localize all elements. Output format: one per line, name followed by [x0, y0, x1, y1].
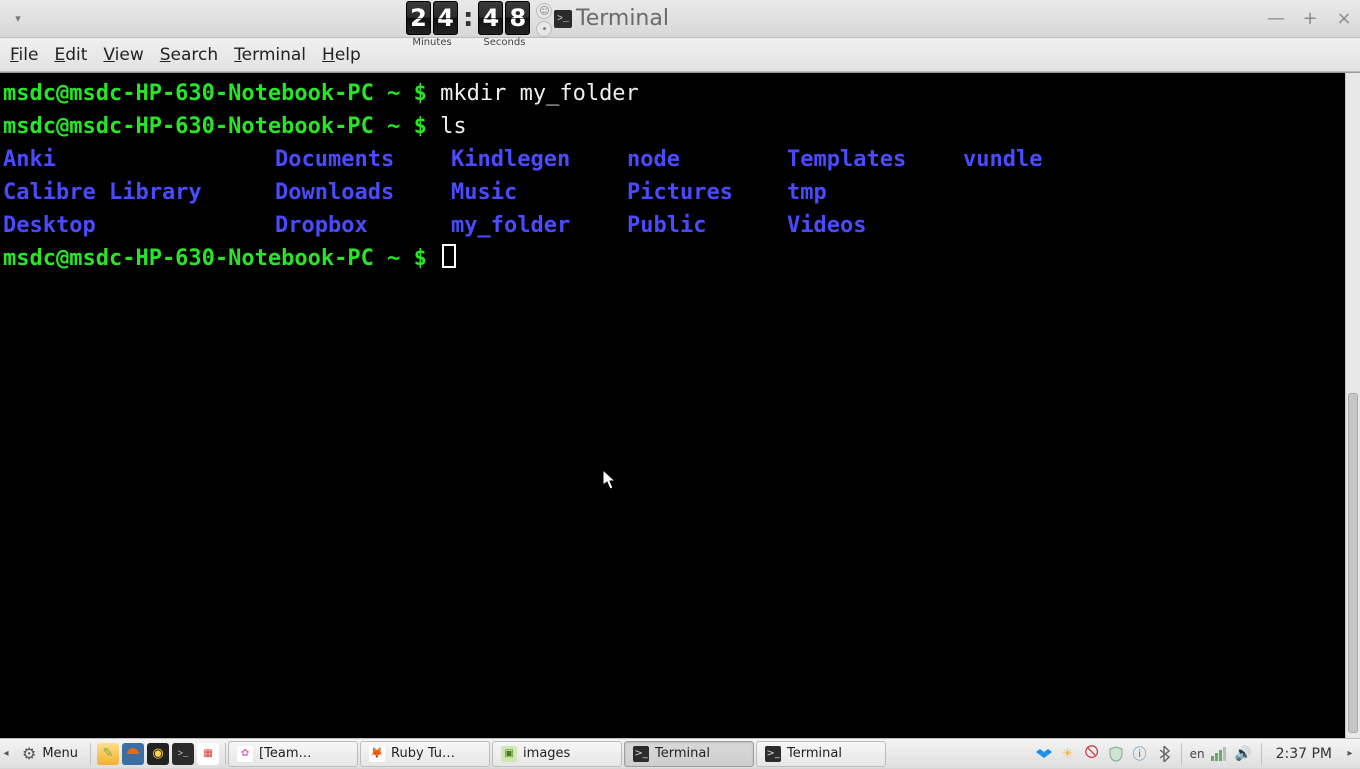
volume-tray-icon[interactable]: 🔊 [1235, 745, 1253, 763]
menubar: File Edit View Search Terminal Help [0, 38, 1360, 72]
menu-file[interactable]: File [10, 45, 38, 65]
countdown-minute-digit: 2 [406, 1, 431, 35]
taskbar-window-list: ✿ [Team… 🦊 Ruby Tu… ▣ images >_ Terminal >_ Termi… [228, 741, 886, 767]
launcher-firefox-icon[interactable] [122, 743, 144, 765]
info-tray-icon[interactable]: ⓘ [1131, 745, 1149, 763]
countdown-minutes: 2 4 Minutes [406, 1, 458, 48]
taskbar-window-button[interactable]: >_ Terminal [624, 741, 754, 767]
countdown-colon: : [462, 1, 474, 35]
taskbar-window-button[interactable]: 🦊 Ruby Tu… [360, 741, 490, 767]
taskbar-scroll-left-icon[interactable]: ◂ [0, 748, 12, 759]
launcher-calendar-icon[interactable]: ▦ [197, 743, 219, 765]
taskbar-window-icon: 🦊 [369, 746, 385, 762]
dropbox-tray-icon[interactable] [1035, 745, 1053, 763]
countdown-seconds: 4 8 Seconds [478, 1, 530, 48]
menu-edit[interactable]: Edit [54, 45, 87, 65]
system-tray: ☀ 🛇 ⓘ en 🔊 2:37 PM ▸ [1031, 743, 1360, 765]
taskbar-window-label: Terminal [787, 746, 842, 761]
vertical-scrollbar[interactable] [1345, 73, 1360, 738]
countdown-widget: 2 4 Minutes : 4 8 Seconds ☺ • [406, 1, 552, 48]
menu-view[interactable]: View [103, 45, 143, 65]
shield-tray-icon[interactable] [1107, 745, 1125, 763]
taskbar-window-button[interactable]: >_ Terminal [756, 741, 886, 767]
taskbar-window-label: Terminal [655, 746, 710, 761]
taskbar-window-label: images [523, 746, 570, 761]
window-minimize-button[interactable]: — [1266, 8, 1286, 29]
bluetooth-tray-icon[interactable] [1155, 745, 1173, 763]
menu-help[interactable]: Help [322, 45, 361, 65]
taskbar-scroll-right-icon[interactable]: ▸ [1344, 748, 1356, 759]
network-tray-icon[interactable] [1211, 745, 1229, 763]
window-maximize-button[interactable]: + [1300, 8, 1320, 29]
face-neutral-icon[interactable]: • [536, 21, 552, 37]
scrollbar-thumb[interactable] [1348, 393, 1358, 733]
taskbar-separator [90, 743, 91, 765]
menu-terminal[interactable]: Terminal [234, 45, 306, 65]
taskbar-clock[interactable]: 2:37 PM [1270, 746, 1338, 762]
taskbar-window-icon: ▣ [501, 746, 517, 762]
countdown-second-digit: 4 [478, 1, 503, 35]
taskbar-separator [1261, 743, 1262, 765]
countdown-minute-digit: 4 [433, 1, 458, 35]
taskbar-window-label: Ruby Tu… [391, 746, 455, 761]
countdown-second-digit: 8 [505, 1, 530, 35]
start-menu-button[interactable]: ⚙ Menu [12, 739, 88, 769]
window-titlebar: ▾ 2 4 Minutes : 4 8 Seconds ☺ • >_ Termi… [0, 0, 1360, 38]
taskbar: ◂ ⚙ Menu ✎ ◉ >_ ▦ ✿ [Team… 🦊 Ruby Tu… ▣ image… [0, 738, 1360, 768]
quick-launch: ✎ ◉ >_ ▦ [93, 743, 223, 765]
weather-tray-icon[interactable]: ☀ [1059, 745, 1077, 763]
app-menu-dropdown-icon[interactable]: ▾ [6, 12, 30, 25]
countdown-minutes-label: Minutes [412, 37, 451, 48]
terminal-pane: msdc@msdc-HP-630-Notebook-PC ~ $ mkdir m… [0, 72, 1360, 738]
blocker-tray-icon[interactable]: 🛇 [1083, 745, 1101, 763]
start-menu-label: Menu [42, 746, 78, 761]
language-indicator[interactable]: en [1190, 745, 1205, 763]
countdown-seconds-label: Seconds [483, 37, 525, 48]
window-close-button[interactable]: × [1334, 8, 1354, 29]
launcher-terminal-icon[interactable]: >_ [172, 743, 194, 765]
taskbar-window-icon: >_ [633, 746, 649, 762]
taskbar-separator [225, 743, 226, 765]
taskbar-window-icon: ✿ [237, 746, 253, 762]
terminal-output[interactable]: msdc@msdc-HP-630-Notebook-PC ~ $ mkdir m… [0, 73, 1345, 738]
launcher-music-icon[interactable]: ◉ [147, 743, 169, 765]
terminal-app-icon: >_ [554, 10, 572, 28]
window-title: Terminal [576, 6, 669, 31]
taskbar-window-button[interactable]: ▣ images [492, 741, 622, 767]
gear-icon: ⚙ [22, 744, 36, 763]
countdown-mood-faces: ☺ • [536, 3, 552, 37]
face-happy-icon[interactable]: ☺ [536, 3, 552, 19]
taskbar-separator [1181, 743, 1182, 765]
taskbar-window-button[interactable]: ✿ [Team… [228, 741, 358, 767]
taskbar-window-label: [Team… [259, 746, 311, 761]
menu-search[interactable]: Search [160, 45, 218, 65]
launcher-notes-icon[interactable]: ✎ [97, 743, 119, 765]
taskbar-window-icon: >_ [765, 746, 781, 762]
